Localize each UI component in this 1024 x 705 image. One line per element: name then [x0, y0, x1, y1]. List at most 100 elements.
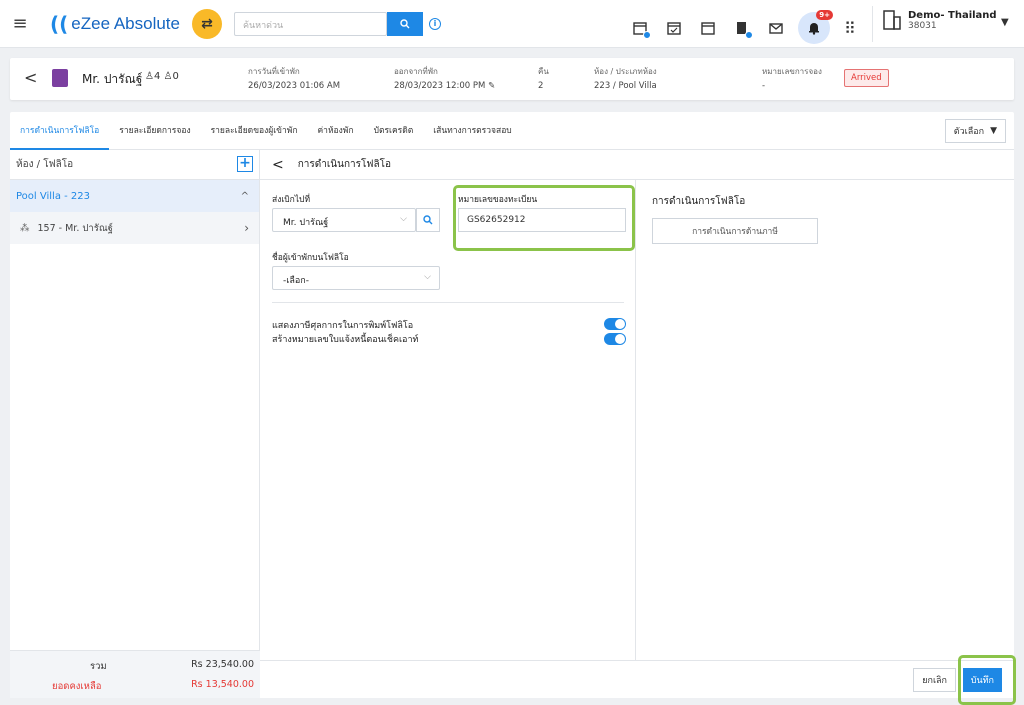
back-arrow-icon[interactable]: <: [24, 68, 37, 87]
folio-tree-icon: ⁂: [20, 222, 30, 234]
notifications-button[interactable]: 9+: [798, 10, 833, 44]
search-icon: [400, 18, 410, 28]
arrival-value: 26/03/2023 01:06 AM: [248, 81, 341, 91]
transfer-to-select[interactable]: Mr. ปารัณฐ์ ⌵: [272, 208, 416, 232]
folio-guest-label: ชื่อผู้เข้าพักบนโฟลิโอ: [272, 253, 349, 263]
tab-room-charges[interactable]: ค่าห้องพัก: [307, 112, 363, 150]
main-card: การดำเนินการโฟลิโอ รายละเอียดการจอง รายล…: [10, 112, 1016, 705]
departure-value: 28/03/2023 12:00 PM: [394, 81, 486, 91]
show-tax-toggle[interactable]: [604, 318, 626, 330]
apps-grid-icon[interactable]: ⠿: [844, 19, 856, 38]
top-navigation-bar: ≡ (( eZee Absolute ⇄ ค้นหาด่วน i: [0, 0, 1024, 48]
hotel-id: 38031: [908, 20, 937, 31]
folio-item[interactable]: ⁂ 157 - Mr. ปารัณฐ์ ›: [10, 212, 259, 244]
menu-icon[interactable]: ≡: [0, 13, 40, 34]
caret-down-icon: ▼: [990, 126, 997, 136]
room-folio-panel: ห้อง / โฟลิโอ + Pool Villa - 223 ^ ⁂ 157…: [10, 150, 260, 698]
tab-folio-operations[interactable]: การดำเนินการโฟลิโอ: [10, 112, 110, 150]
arrival-label: การวันที่เข้าพัก: [248, 67, 300, 76]
search-button[interactable]: [386, 11, 423, 36]
room-folio-header: ห้อง / โฟลิโอ +: [10, 150, 259, 180]
cancel-button[interactable]: ยกเลิก: [913, 668, 956, 692]
room-item-label: Pool Villa - 223: [16, 190, 91, 202]
toggle1-label: แสดงภาษีศุลกากรในการพิมพ์โฟลิโอ: [272, 321, 414, 331]
reservation-header: < Mr. ปารัณฐ์ ♙4 ♙0 การวันที่เข้าพัก 26/…: [10, 58, 1014, 100]
balance-value: Rs 13,540.00: [191, 679, 254, 690]
add-folio-button[interactable]: +: [237, 156, 253, 172]
nights-info: คืน 2: [538, 65, 549, 91]
generate-invoice-toggle[interactable]: [604, 333, 626, 345]
tax-operations-button[interactable]: การดำเนินการด้านภาษี: [652, 218, 818, 244]
folio-form: ส่งเบิกไปที่ Mr. ปารัณฐ์ ⌵ หมายเลขของทะเ…: [260, 180, 636, 660]
chevron-right-icon: ›: [244, 221, 249, 235]
invoice-badge: [745, 31, 753, 39]
booking-number-value: -: [762, 81, 766, 91]
calendar-add-badge: [643, 31, 651, 39]
tab-bar: การดำเนินการโฟลิโอ รายละเอียดการจอง รายล…: [10, 112, 1014, 150]
room-value: 223 / Pool Villa: [594, 81, 657, 91]
room-folio-title: ห้อง / โฟลิโอ: [16, 159, 74, 170]
form-divider: [272, 302, 624, 303]
departure-label: ออกจากที่พัก: [394, 67, 438, 76]
room-item[interactable]: Pool Villa - 223 ^: [10, 180, 259, 212]
hotel-name: Demo- Thailand: [908, 9, 997, 21]
bell-icon: [809, 23, 819, 35]
save-button[interactable]: บันทึก: [962, 668, 1002, 692]
tab-booking-details[interactable]: รายละเอียดการจอง: [109, 112, 200, 150]
departure-info: ออกจากที่พัก 28/03/2023 12:00 PM ✎: [394, 65, 495, 91]
options-button[interactable]: ตัวเลือก ▼: [944, 119, 1006, 143]
action-bar: ยกเลิก บันทึก: [260, 655, 1016, 705]
calendar-check-icon[interactable]: [662, 16, 686, 40]
search-guest-button[interactable]: [416, 208, 440, 232]
room-info: ห้อง / ประเภทห้อง 223 / Pool Villa: [594, 65, 657, 91]
app-name: eZee Absolute: [71, 13, 180, 33]
booking-number-info: หมายเลขการจอง -: [762, 65, 822, 91]
info-icon[interactable]: i: [428, 17, 441, 30]
back-icon[interactable]: <: [272, 157, 284, 173]
total-value: Rs 23,540.00: [191, 659, 254, 670]
status-badge: Arrived: [844, 69, 889, 87]
adult-icon: ♙: [145, 71, 154, 82]
invoice-icon[interactable]: [730, 16, 754, 40]
folio-guest-select[interactable]: -เลือก- ⌵: [272, 266, 440, 290]
total-label: รวม: [90, 661, 107, 672]
caret-down-icon[interactable]: ▼: [1001, 17, 1009, 28]
child-icon: ♙: [163, 71, 173, 82]
calendar-add-icon[interactable]: [628, 16, 652, 40]
app-logo[interactable]: (( eZee Absolute: [50, 12, 180, 36]
folio-operations-header: < การดำเนินการโฟลิโอ: [260, 150, 1014, 180]
folio-operations-area: < การดำเนินการโฟลิโอ ส่งเบิกไปที่ Mr. ปา…: [260, 150, 1016, 705]
mail-icon[interactable]: [764, 16, 788, 40]
registration-label: หมายเลขของทะเบียน: [458, 195, 538, 205]
nights-value: 2: [538, 81, 544, 91]
search-icon: [423, 215, 433, 225]
quick-actions: 9+ ⠿: [628, 10, 856, 44]
tab-audit-trail[interactable]: เส้นทางการตรวจสอบ: [423, 112, 521, 150]
folio-operations-title: การดำเนินการโฟลิโอ: [297, 159, 391, 170]
hotel-switcher[interactable]: Demo- Thailand 38031: [882, 9, 997, 31]
nights-label: คืน: [538, 67, 549, 76]
balance-label: ยอดคงเหลือ: [52, 681, 102, 692]
arrival-info: การวันที่เข้าพัก 26/03/2023 01:06 AM: [248, 65, 340, 91]
folio-guest-value: -เลือก-: [283, 276, 309, 286]
chevron-up-icon[interactable]: ^: [241, 191, 249, 202]
tab-guest-details[interactable]: รายละเอียดของผู้เข้าพัก: [201, 112, 308, 150]
actions-title: การดำเนินการโฟลิโอ: [652, 196, 746, 207]
child-count: 0: [172, 71, 179, 82]
calendar-icon[interactable]: [696, 16, 720, 40]
room-label: ห้อง / ประเภทห้อง: [594, 67, 657, 76]
folio-item-label: 157 - Mr. ปารัณฐ์: [37, 222, 113, 234]
transfer-to-label: ส่งเบิกไปที่: [272, 195, 311, 205]
shuffle-icon[interactable]: ⇄: [191, 8, 222, 39]
edit-icon[interactable]: ✎: [488, 81, 495, 91]
topbar-divider: [872, 6, 873, 42]
registration-number-input[interactable]: GS62652912: [458, 208, 626, 232]
search-input[interactable]: ค้นหาด่วน: [233, 11, 387, 36]
tab-credit-card[interactable]: บัตรเครดิต: [364, 112, 424, 150]
transfer-to-value: Mr. ปารัณฐ์: [283, 218, 329, 228]
chevron-down-icon: ⌵: [424, 272, 431, 282]
reservation-icon: [52, 69, 68, 87]
pax-count: ♙4 ♙0: [145, 71, 179, 82]
options-label: ตัวเลือก: [953, 127, 985, 137]
guest-name: Mr. ปารัณฐ์: [82, 72, 143, 86]
